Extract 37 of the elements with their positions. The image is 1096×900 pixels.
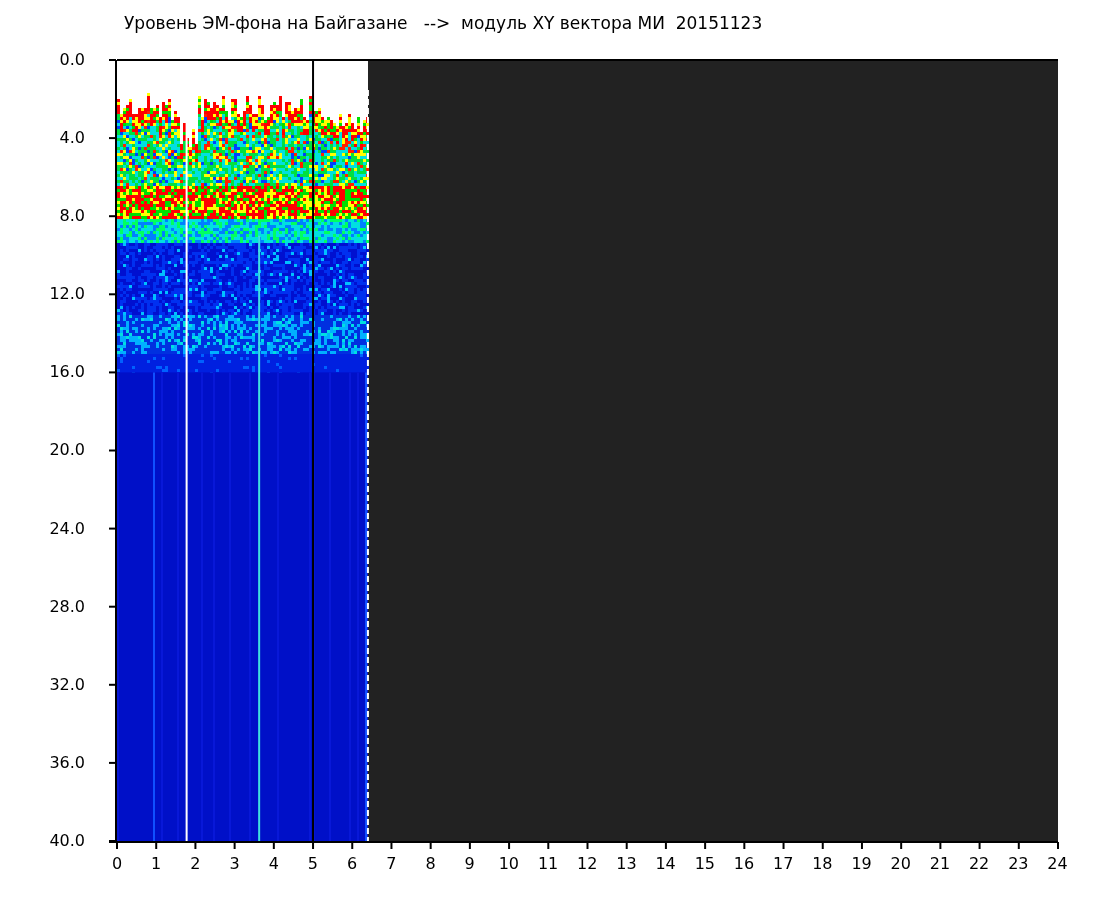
y-tick-label: 8.0 [59,205,85,228]
x-tick-label: 15 [694,853,715,875]
x-tick-label: 1 [151,853,162,875]
x-tick-label: 23 [1008,853,1029,875]
y-tick-label: 24.0 [49,517,85,540]
x-tick-label: 12 [577,853,598,875]
y-tick-label: 36.0 [49,751,85,774]
x-tick-label: 10 [498,853,520,875]
x-tick-label: 2 [190,853,201,875]
x-tick-label: 19 [851,853,872,875]
y-tick-label: 28.0 [49,595,85,618]
y-tick-label: 4.0 [59,127,85,150]
x-tick-label: 21 [929,853,951,875]
x-tick-label: 8 [425,853,436,875]
x-tick-label: 0 [111,853,123,875]
x-tick-label: 6 [347,853,358,875]
x-tick-label: 18 [812,853,833,875]
x-tick-label: 17 [773,853,794,875]
x-tick-label: 14 [655,853,676,875]
x-tick-label: 13 [616,853,637,875]
x-tick-label: 11 [537,853,559,875]
y-tick-label: 12.0 [49,283,85,306]
x-tick-label: 3 [229,853,240,875]
y-tick-label: 20.0 [49,439,85,462]
y-tick-label: 40.0 [49,829,85,852]
x-tick-label: 22 [968,853,990,875]
x-tick-label: 24 [1047,853,1068,875]
x-tick-label: 9 [464,853,475,875]
y-tick-label: 16.0 [49,361,85,384]
x-tick-label: 5 [307,853,319,875]
x-tick-label: 7 [386,853,397,875]
x-tick-label: 20 [890,853,911,875]
x-tick-label: 4 [268,853,279,875]
y-tick-label: 0.0 [59,49,85,71]
y-tick-label: 32.0 [49,673,85,696]
chart-title: Уровень ЭМ-фона на Байгазане --> модуль XY вектора МИ 20151123 [124,12,763,35]
x-tick-label: 16 [733,853,755,875]
